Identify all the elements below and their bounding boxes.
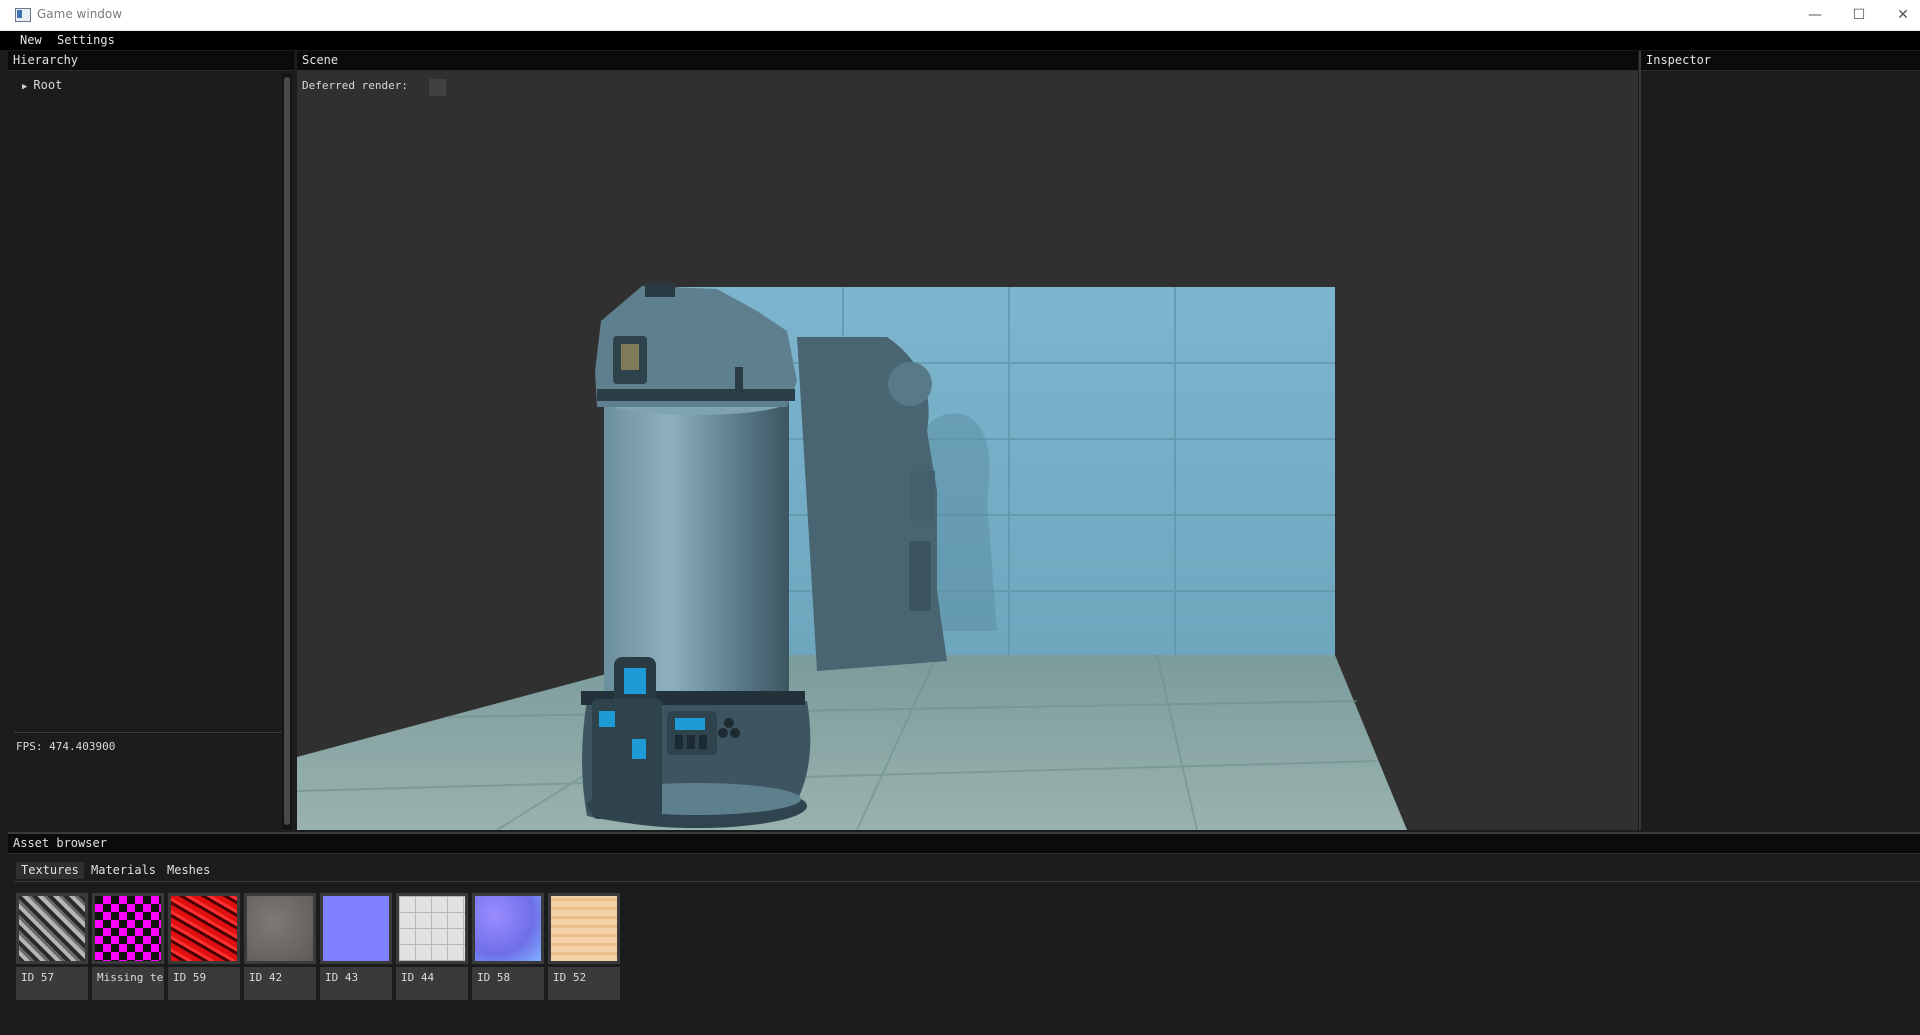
rendered-3d-scene	[297, 283, 1407, 830]
texture-red-noise-icon	[171, 896, 237, 961]
hierarchy-scrollbar-thumb[interactable]	[284, 77, 290, 825]
tabs-underline	[14, 881, 1920, 882]
asset-thumbnail-frame	[396, 893, 468, 964]
menu-bar: New Settings	[0, 31, 1920, 50]
texture-wood-icon	[551, 896, 617, 961]
hierarchy-title: Hierarchy	[13, 53, 79, 67]
asset-thumbnail-frame	[548, 893, 620, 964]
asset-label-text: ID 59	[173, 971, 207, 984]
inspector-header: Inspector	[1641, 51, 1920, 71]
texture-normal-map-icon	[475, 896, 541, 961]
fps-readout: FPS: 474.403900	[16, 740, 116, 753]
menu-new[interactable]: New	[20, 33, 42, 47]
asset-label-text: ID 44	[401, 971, 435, 984]
tree-expand-arrow-icon[interactable]: ▶	[22, 82, 27, 92]
minimize-button[interactable]: —	[1793, 0, 1837, 30]
texture-flat-normal-icon	[323, 896, 389, 961]
hierarchy-header: Hierarchy	[8, 51, 294, 71]
asset-label-text: Missing te	[97, 971, 164, 984]
asset-label: ID 57	[16, 967, 88, 1000]
asset-thumbnail-frame	[244, 893, 316, 964]
inspector-title: Inspector	[1646, 53, 1712, 67]
asset-label: ID 44	[396, 967, 468, 1000]
texture-white-tiles-icon	[399, 896, 465, 961]
scene-title: Scene	[302, 53, 339, 67]
asset-label: ID 59	[168, 967, 240, 1000]
app-icon	[15, 8, 31, 22]
texture-missing-checker-icon	[95, 896, 161, 961]
asset-label: ID 42	[244, 967, 316, 1000]
tree-item-label: Root	[33, 78, 63, 92]
asset-label-text: ID 42	[249, 971, 283, 984]
texture-gray-concrete-icon	[247, 896, 313, 961]
texture-mechanical-gray-icon	[19, 896, 85, 961]
maximize-button[interactable]: ☐	[1837, 0, 1881, 30]
machine-cylinder	[604, 401, 789, 701]
scene-header: Scene	[297, 51, 1638, 71]
asset-label: ID 43	[320, 967, 392, 1000]
asset-thumbnail-frame	[16, 893, 88, 964]
asset-label-text: ID 57	[21, 971, 55, 984]
asset-tile[interactable]: ID 42	[244, 893, 316, 1002]
asset-tile[interactable]: ID 58	[472, 893, 544, 1002]
tree-item-root[interactable]: ▶ Root	[22, 78, 62, 92]
asset-label-text: ID 58	[477, 971, 511, 984]
floor	[297, 655, 1407, 830]
scene-viewport[interactable]: Deferred render:	[297, 71, 1638, 830]
asset-tile[interactable]: ID 59	[168, 893, 240, 1002]
asset-label: ID 52	[548, 967, 620, 1000]
inspector-panel: Inspector	[1639, 51, 1920, 830]
asset-tile[interactable]: ID 52	[548, 893, 620, 1002]
window-titlebar: Game window — ☐ ✕	[0, 0, 1920, 31]
asset-label: Missing te	[92, 967, 164, 1000]
hierarchy-panel: Hierarchy ▶ Root FPS: 474.403900	[8, 51, 294, 830]
asset-thumbnail-frame	[92, 893, 164, 964]
scene-panel: Scene Deferred render:	[297, 51, 1638, 830]
asset-thumbnail-frame	[320, 893, 392, 964]
asset-tile[interactable]: Missing te	[92, 893, 164, 1002]
asset-thumbnail-frame	[168, 893, 240, 964]
asset-thumbnail-frame	[472, 893, 544, 964]
asset-browser-panel: Asset browser Textures Materials Meshes …	[8, 832, 1920, 1035]
asset-tile[interactable]: ID 43	[320, 893, 392, 1002]
asset-label-text: ID 43	[325, 971, 359, 984]
asset-browser-header: Asset browser	[8, 834, 1920, 854]
tab-materials[interactable]: Materials	[86, 862, 161, 879]
asset-tile[interactable]: ID 44	[396, 893, 468, 1002]
tab-meshes[interactable]: Meshes	[162, 862, 215, 879]
window-title: Game window	[37, 7, 123, 21]
asset-label-text: ID 52	[553, 971, 587, 984]
close-button[interactable]: ✕	[1881, 0, 1920, 30]
asset-browser-title: Asset browser	[13, 836, 107, 850]
tab-textures[interactable]: Textures	[16, 862, 84, 879]
asset-label: ID 58	[472, 967, 544, 1000]
asset-tile[interactable]: ID 57	[16, 893, 88, 1002]
hierarchy-scrollbar[interactable]	[282, 73, 292, 829]
menu-settings[interactable]: Settings	[57, 33, 115, 47]
asset-tabs: Textures Materials Meshes	[8, 860, 1920, 880]
hierarchy-divider	[14, 732, 286, 733]
